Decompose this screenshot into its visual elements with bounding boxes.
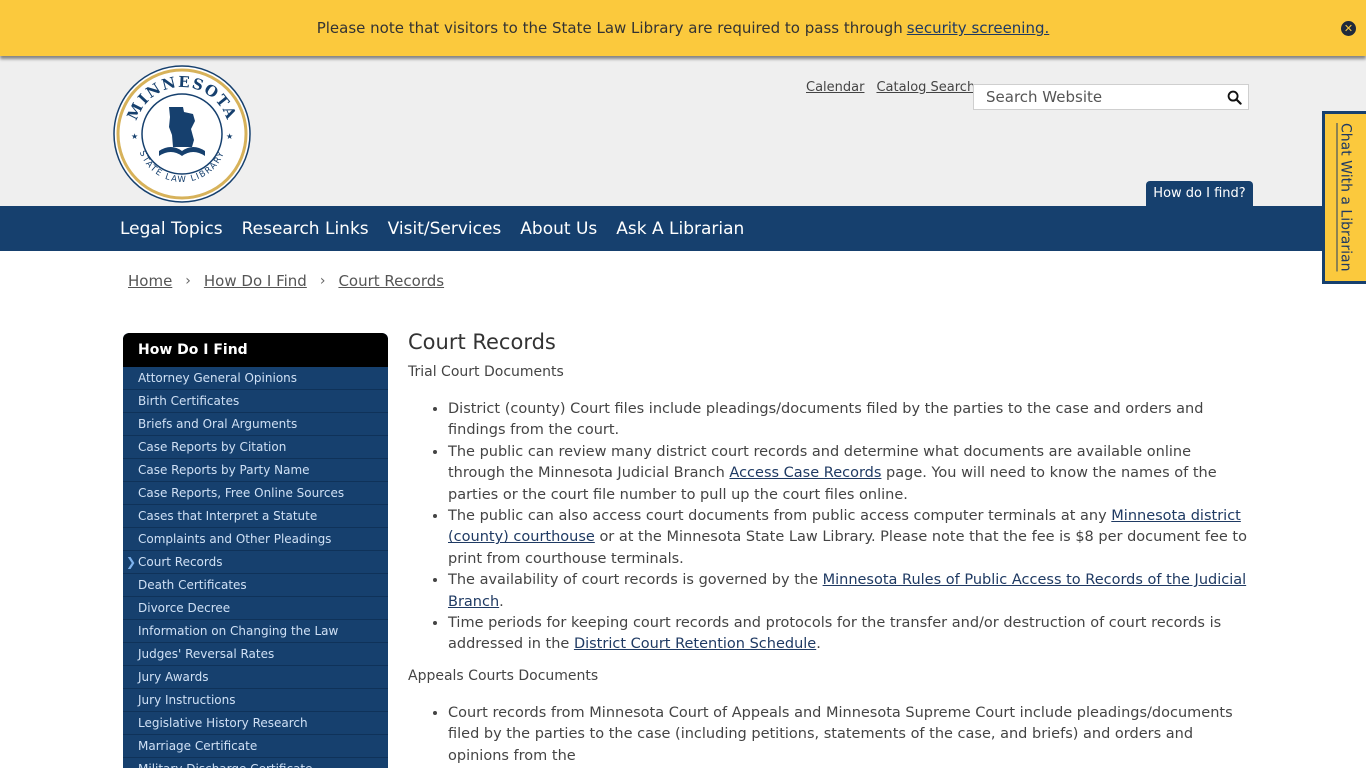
chevron-right-icon: › — [319, 273, 326, 289]
catalog-search-link[interactable]: Catalog Search — [876, 80, 975, 95]
nav-legal-topics[interactable]: Legal Topics — [120, 219, 223, 239]
sidebar-item[interactable]: Birth Certificates — [123, 390, 388, 413]
sidebar-menu: How Do I Find Attorney General Opinions … — [123, 333, 388, 768]
svg-text:★: ★ — [226, 132, 233, 141]
chat-tab-label: Chat With a Librarian — [1337, 123, 1354, 272]
sidebar-item[interactable]: Judges' Reversal Rates — [123, 643, 388, 666]
close-icon[interactable]: ✕ — [1341, 21, 1356, 36]
sidebar-item[interactable]: Case Reports, Free Online Sources — [123, 482, 388, 505]
trial-court-list: District (county) Court files include pl… — [448, 399, 1248, 656]
search-icon[interactable] — [1227, 90, 1242, 105]
list-item: Time periods for keeping court records a… — [448, 613, 1248, 656]
chevron-right-icon: ❯ — [126, 555, 137, 569]
sidebar-item[interactable]: Military Discharge Certificate — [123, 758, 388, 768]
sidebar-item[interactable]: Death Certificates — [123, 574, 388, 597]
sidebar-item[interactable]: Cases that Interpret a Statute — [123, 505, 388, 528]
access-case-records-link[interactable]: Access Case Records — [729, 465, 881, 481]
sidebar-item[interactable]: Case Reports by Citation — [123, 436, 388, 459]
sidebar-item-active[interactable]: ❯ Court Records — [123, 551, 388, 574]
search-input[interactable] — [974, 88, 1219, 106]
sidebar-item-label: Court Records — [138, 555, 223, 569]
svg-text:★: ★ — [131, 132, 138, 141]
list-item: The public can also access court documen… — [448, 506, 1248, 570]
chat-with-librarian-tab[interactable]: Chat With a Librarian — [1322, 111, 1366, 284]
sidebar-item[interactable]: Jury Awards — [123, 666, 388, 689]
library-logo[interactable]: MINNESOTA STATE LAW LIBRARY ★ ★ — [113, 65, 251, 203]
breadcrumb-court-records[interactable]: Court Records — [338, 272, 444, 290]
sidebar-item[interactable]: Legislative History Research — [123, 712, 388, 735]
alert-text: Please note that visitors to the State L… — [316, 19, 903, 37]
sidebar-item[interactable]: Case Reports by Party Name — [123, 459, 388, 482]
nav-about-us[interactable]: About Us — [520, 219, 597, 239]
how-do-i-find-tab[interactable]: How do I find? — [1146, 181, 1253, 206]
breadcrumb-home[interactable]: Home — [128, 272, 172, 290]
appeals-court-heading: Appeals Courts Documents — [408, 667, 599, 684]
sidebar-item[interactable]: Complaints and Other Pleadings — [123, 528, 388, 551]
chevron-right-icon: › — [185, 273, 191, 289]
site-header: MINNESOTA STATE LAW LIBRARY ★ ★ Calendar… — [0, 56, 1366, 206]
list-item: District (county) Court files include pl… — [448, 399, 1248, 442]
site-search — [973, 84, 1249, 110]
sidebar-heading: How Do I Find — [123, 333, 388, 367]
trial-court-heading: Trial Court Documents — [408, 364, 564, 380]
sidebar-item[interactable]: Information on Changing the Law — [123, 620, 388, 643]
calendar-link[interactable]: Calendar — [806, 80, 864, 95]
alert-banner: Please note that visitors to the State L… — [0, 0, 1366, 56]
main-content: Court Records Trial Court Documents Dist… — [408, 330, 1248, 768]
breadcrumb: Home › How Do I Find › Court Records — [128, 272, 444, 290]
list-item: The public can review many district cour… — [448, 442, 1248, 506]
breadcrumb-how-do-i-find[interactable]: How Do I Find — [204, 272, 307, 290]
sidebar-item[interactable]: Attorney General Opinions — [123, 367, 388, 390]
sidebar-item[interactable]: Briefs and Oral Arguments — [123, 413, 388, 436]
security-screening-link[interactable]: security screening. — [907, 19, 1050, 37]
sidebar-item[interactable]: Divorce Decree — [123, 597, 388, 620]
appeals-court-list: Court records from Minnesota Court of Ap… — [448, 703, 1248, 767]
utility-links: Calendar Catalog Search — [806, 80, 975, 95]
nav-visit-services[interactable]: Visit/Services — [388, 219, 502, 239]
list-item: Court records from Minnesota Court of Ap… — [448, 703, 1248, 767]
nav-research-links[interactable]: Research Links — [242, 219, 369, 239]
main-nav: Legal Topics Research Links Visit/Servic… — [0, 206, 1366, 251]
sidebar-item[interactable]: Marriage Certificate — [123, 735, 388, 758]
sidebar-item[interactable]: Jury Instructions — [123, 689, 388, 712]
list-item: The availability of court records is gov… — [448, 570, 1248, 613]
page-title: Court Records — [408, 330, 556, 354]
retention-schedule-link[interactable]: District Court Retention Schedule — [574, 636, 816, 652]
nav-ask-a-librarian[interactable]: Ask A Librarian — [616, 219, 744, 239]
